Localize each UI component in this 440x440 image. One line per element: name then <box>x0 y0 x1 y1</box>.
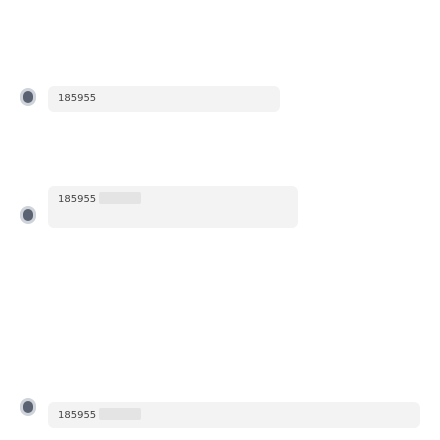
message-bubble[interactable]: 185955 <box>48 86 280 112</box>
system-notice <box>0 266 440 299</box>
message-number: 185955 <box>58 410 97 421</box>
message-bubble[interactable]: 185955 <box>48 186 298 228</box>
chat-log: 185955 185955 185955 <box>0 0 440 440</box>
message-number: 185955 <box>58 194 97 205</box>
avatar[interactable] <box>20 88 36 106</box>
redaction-mask <box>99 408 142 420</box>
avatar-face-icon <box>23 209 33 221</box>
redaction-mask <box>99 192 142 204</box>
system-notice <box>0 152 440 185</box>
message-bubble[interactable]: 185955 <box>48 402 420 428</box>
avatar-face-icon <box>23 91 33 103</box>
avatar-face-icon <box>23 401 33 413</box>
avatar[interactable] <box>20 398 36 416</box>
system-notice <box>0 2 440 35</box>
avatar[interactable] <box>20 206 36 224</box>
message-number: 185955 <box>58 93 97 104</box>
